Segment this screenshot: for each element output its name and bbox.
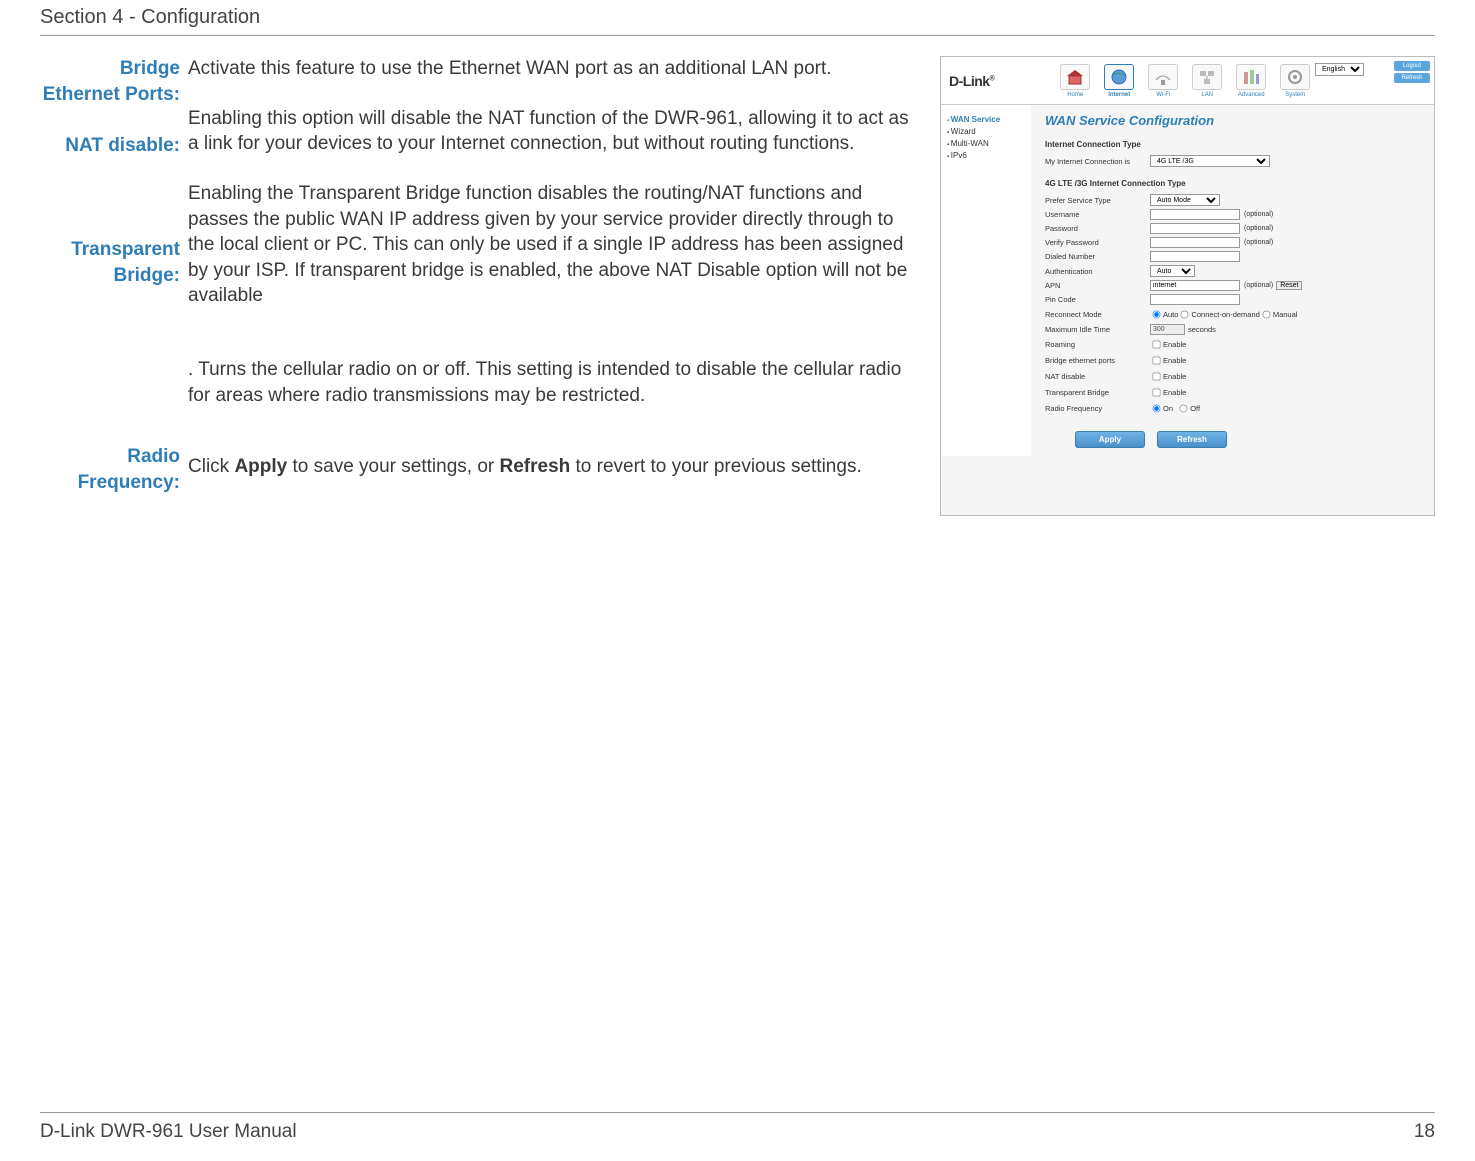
checkbox-bridge-ethernet-ports[interactable] — [1153, 357, 1161, 365]
desc-transparent-bridge: Enabling the Transparent Bridge function… — [188, 181, 910, 309]
input-username[interactable] — [1150, 209, 1240, 220]
checkbox-roaming[interactable] — [1153, 341, 1161, 349]
nav-internet[interactable]: Internet — [1098, 64, 1140, 98]
label-password: Password — [1045, 224, 1150, 233]
footer-manual-title: D-Link DWR-961 User Manual — [40, 1121, 297, 1143]
radio-rf-on[interactable] — [1153, 405, 1161, 413]
refresh-top-button[interactable]: Refresh — [1394, 73, 1430, 83]
label-reconnect-mode: Reconnect Mode — [1045, 310, 1150, 319]
advanced-icon — [1241, 68, 1261, 86]
sidebar-ipv6[interactable]: IPv6 — [947, 151, 1025, 160]
nav-wifi[interactable]: Wi-Fi — [1142, 64, 1184, 98]
apply-button[interactable]: Apply — [1075, 431, 1145, 448]
label-nat-disable-field: NAT disable — [1045, 372, 1150, 381]
optional-text: (optional) — [1244, 282, 1273, 289]
label-max-idle-time: Maximum Idle Time — [1045, 325, 1150, 334]
label-pin-code: Pin Code — [1045, 295, 1150, 304]
optional-text: (optional) — [1244, 225, 1273, 232]
language-select[interactable]: English — [1315, 63, 1364, 76]
sidebar-multi-wan[interactable]: Multi-WAN — [947, 139, 1025, 148]
input-max-idle-time — [1150, 324, 1185, 335]
panel-title: WAN Service Configuration — [1045, 113, 1420, 128]
label-radio-frequency-field: Radio Frequency — [1045, 404, 1150, 413]
nav-advanced[interactable]: Advanced — [1230, 64, 1272, 98]
select-authentication[interactable]: Auto — [1150, 265, 1195, 277]
label-bridge-ethernet-ports: Bridge ethernet ports — [1045, 356, 1150, 365]
router-admin-screenshot: D-Link® Home Internet Wi-Fi — [940, 56, 1435, 516]
input-apn[interactable] — [1150, 280, 1240, 291]
sidebar-wizard[interactable]: Wizard — [947, 127, 1025, 136]
radio-reconnect-demand[interactable] — [1181, 311, 1189, 319]
home-icon — [1065, 68, 1085, 86]
label-radio-frequency: Radio Frequency: — [40, 444, 180, 495]
radio-reconnect-auto[interactable] — [1153, 311, 1161, 319]
globe-icon — [1109, 68, 1129, 86]
label-roaming: Roaming — [1045, 340, 1150, 349]
dlink-logo: D-Link® — [949, 73, 994, 89]
input-pin-code[interactable] — [1150, 294, 1240, 305]
checkbox-transparent-bridge[interactable] — [1153, 389, 1161, 397]
refresh-button[interactable]: Refresh — [1157, 431, 1227, 448]
reset-apn-button[interactable]: Reset — [1276, 281, 1302, 290]
label-verify-password: Verify Password — [1045, 238, 1150, 247]
label-username: Username — [1045, 210, 1150, 219]
section-4g-lte-3g: 4G LTE /3G Internet Connection Type — [1045, 179, 1420, 188]
desc-radio-frequency: . Turns the cellular radio on or off. Th… — [188, 357, 910, 408]
select-prefer-service-type[interactable]: Auto Mode — [1150, 194, 1220, 206]
input-verify-password[interactable] — [1150, 237, 1240, 248]
checkbox-nat-disable[interactable] — [1153, 373, 1161, 381]
gear-icon — [1285, 68, 1305, 86]
select-connection-type[interactable]: 4G LTE /3G — [1150, 155, 1270, 167]
section-internet-connection-type: Internet Connection Type — [1045, 140, 1420, 149]
section-header: Section 4 - Configuration — [40, 0, 1435, 36]
label-bridge-ethernet-ports: Bridge Ethernet Ports: — [40, 56, 180, 107]
label-transparent-bridge: Transparent Bridge: — [40, 237, 180, 288]
nav-system[interactable]: System — [1274, 64, 1316, 98]
label-my-internet-connection: My Internet Connection is — [1045, 157, 1150, 166]
sidebar-wan-service[interactable]: WAN Service — [947, 115, 1025, 124]
label-authentication: Authentication — [1045, 267, 1150, 276]
optional-text: (optional) — [1244, 211, 1273, 218]
desc-bridge-ethernet-ports: Activate this feature to use the Etherne… — [188, 56, 910, 82]
nav-lan[interactable]: LAN — [1186, 64, 1228, 98]
radio-reconnect-manual[interactable] — [1262, 311, 1270, 319]
input-dialed-number[interactable] — [1150, 251, 1240, 262]
nav-home[interactable]: Home — [1054, 64, 1096, 98]
optional-text: (optional) — [1244, 239, 1273, 246]
desc-nat-disable: Enabling this option will disable the NA… — [188, 106, 910, 157]
radio-rf-off[interactable] — [1180, 405, 1188, 413]
label-transparent-bridge-field: Transparent Bridge — [1045, 388, 1150, 397]
desc-apply-refresh: Click Apply to save your settings, or Re… — [188, 454, 910, 480]
input-password[interactable] — [1150, 223, 1240, 234]
label-nat-disable: NAT disable: — [40, 133, 180, 159]
lan-icon — [1197, 68, 1217, 86]
label-prefer-service-type: Prefer Service Type — [1045, 196, 1150, 205]
wifi-icon — [1153, 68, 1173, 86]
label-dialed-number: Dialed Number — [1045, 252, 1150, 261]
logout-button[interactable]: Logout — [1394, 61, 1430, 71]
label-apn: APN — [1045, 281, 1150, 290]
footer-page-number: 18 — [1414, 1121, 1435, 1143]
